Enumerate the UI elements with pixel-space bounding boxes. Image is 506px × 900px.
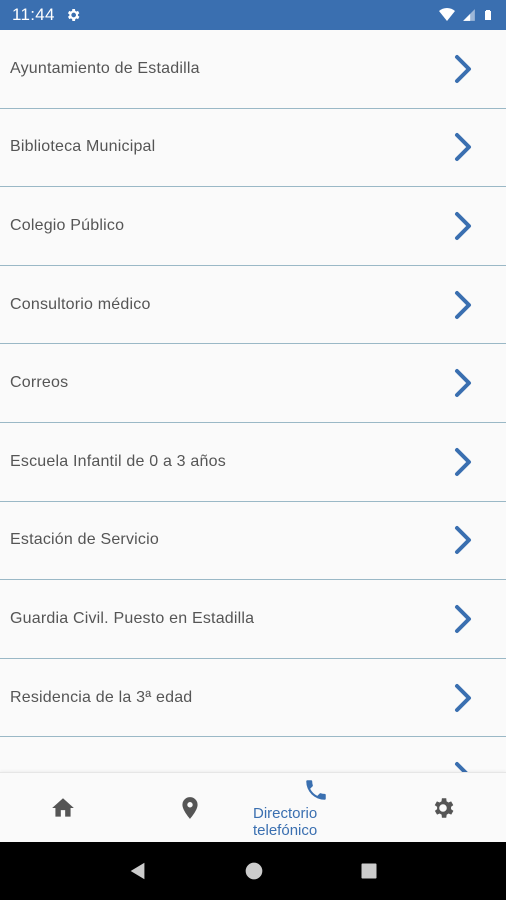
chevron-right-icon bbox=[448, 445, 478, 479]
chevron-right-icon bbox=[448, 602, 478, 636]
list-item[interactable]: Guardia Civil. Puesto en Estadilla bbox=[0, 580, 506, 659]
settings-gear-icon bbox=[434, 797, 454, 818]
nav-home[interactable] bbox=[0, 773, 127, 842]
phone-directory-list: Ayuntamiento de Estadilla Biblioteca Mun… bbox=[0, 30, 506, 772]
list-item-label: Ayuntamiento de Estadilla bbox=[10, 59, 200, 77]
status-bar: 11:44 bbox=[0, 0, 506, 30]
list-item[interactable] bbox=[0, 737, 506, 772]
signal-icon bbox=[463, 9, 475, 21]
list-item-label: Guardia Civil. Puesto en Estadilla bbox=[10, 609, 255, 627]
chevron-right-icon bbox=[448, 288, 478, 322]
settings-notification-icon bbox=[65, 7, 81, 23]
list-item[interactable]: Escuela Infantil de 0 a 3 años bbox=[0, 422, 506, 502]
location-pin-icon bbox=[182, 796, 198, 819]
list-item-label: Estación de Servicio bbox=[10, 531, 159, 549]
home-icon bbox=[52, 797, 75, 817]
list-item-label: Consultorio médico bbox=[10, 295, 151, 313]
nav-settings[interactable] bbox=[380, 773, 506, 842]
list-item-label: Biblioteca Municipal bbox=[10, 138, 156, 156]
list-item[interactable]: Colegio Público bbox=[0, 187, 506, 266]
status-indicators bbox=[438, 6, 494, 24]
nav-map[interactable] bbox=[127, 773, 254, 842]
list-item[interactable]: Biblioteca Municipal bbox=[0, 108, 506, 188]
nav-phone-directory-label: Directorio telefónico bbox=[253, 804, 318, 839]
phone-icon bbox=[306, 779, 326, 800]
chevron-right-icon bbox=[448, 523, 478, 557]
chevron-right-icon bbox=[448, 209, 478, 243]
recents-square-icon[interactable] bbox=[359, 861, 379, 881]
home-circle-icon[interactable] bbox=[244, 861, 264, 881]
list-item-label: Correos bbox=[10, 374, 69, 392]
list-item-label: Residencia de la 3ª edad bbox=[10, 688, 193, 706]
chevron-right-icon bbox=[448, 681, 478, 715]
list-item[interactable]: Estación de Servicio bbox=[0, 501, 506, 581]
system-navigation-bar bbox=[0, 842, 506, 900]
chevron-right-icon bbox=[448, 366, 478, 400]
nav-phone-directory[interactable]: Directorio telefónico bbox=[253, 773, 380, 842]
list-item[interactable]: Consultorio médico bbox=[0, 265, 506, 345]
battery-icon bbox=[485, 10, 491, 20]
wifi-icon bbox=[439, 7, 455, 21]
chevron-right-icon bbox=[448, 52, 478, 86]
list-item[interactable]: Ayuntamiento de Estadilla bbox=[0, 30, 506, 109]
list-item[interactable]: Residencia de la 3ª edad bbox=[0, 658, 506, 738]
status-time: 11:44 bbox=[12, 5, 55, 24]
list-item-label: Colegio Público bbox=[10, 216, 125, 234]
list-item[interactable]: Correos bbox=[0, 344, 506, 423]
chevron-right-icon bbox=[448, 759, 478, 772]
chevron-right-icon bbox=[448, 130, 478, 164]
list-item-label: Escuela Infantil de 0 a 3 años bbox=[10, 452, 226, 470]
bottom-navigation: Directorio telefónico bbox=[0, 772, 506, 842]
back-icon[interactable] bbox=[127, 860, 149, 882]
